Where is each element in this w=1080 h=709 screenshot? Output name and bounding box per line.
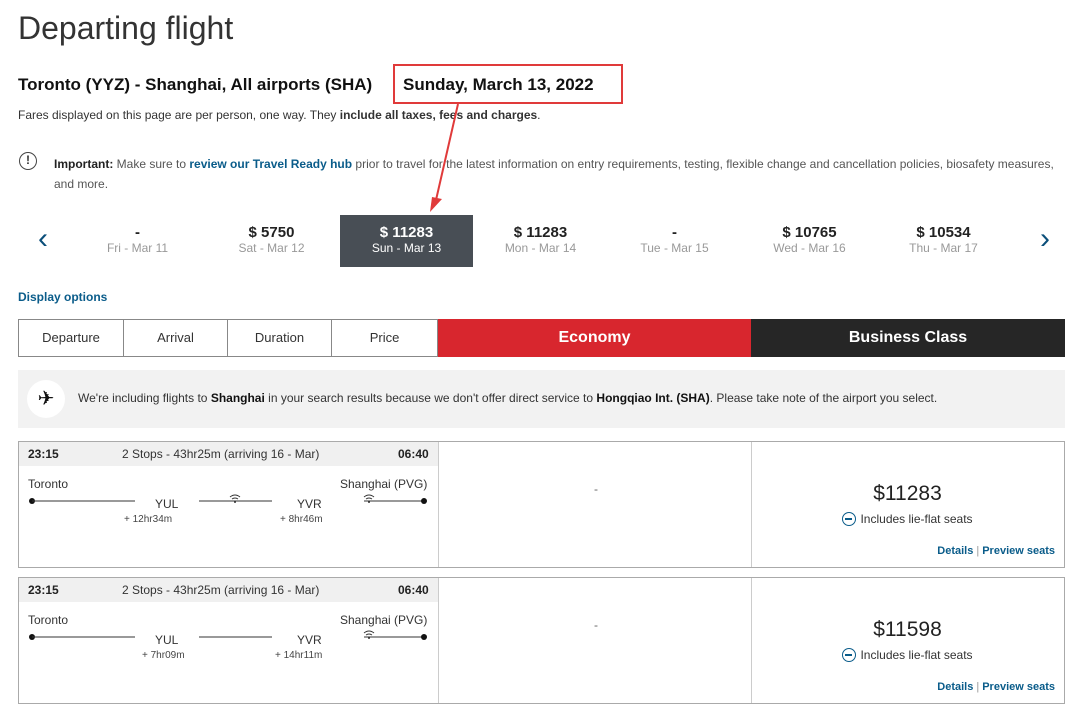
- route-line: [29, 494, 427, 504]
- airport-notice: ✈ We're including flights to Shanghai in…: [18, 370, 1065, 428]
- date-option[interactable]: $ 10765 Wed - Mar 16: [743, 215, 876, 267]
- travel-ready-link[interactable]: review our Travel Ready hub: [189, 157, 352, 171]
- page-title: Departing flight: [18, 10, 234, 46]
- preview-seats-link[interactable]: Preview seats: [982, 681, 1055, 693]
- lie-flat-seats-note: Includes lie-flat seats: [751, 512, 1064, 526]
- layover-duration: + 14hr11m: [275, 650, 323, 661]
- economy-unavailable: -: [594, 482, 598, 496]
- info-icon: !: [19, 152, 37, 170]
- business-price[interactable]: $11283: [751, 482, 1064, 506]
- preview-seats-link[interactable]: Preview seats: [982, 545, 1055, 557]
- economy-fare-cell[interactable]: [438, 442, 752, 567]
- date-option[interactable]: - Fri - Mar 11: [71, 215, 204, 267]
- sort-duration-button[interactable]: Duration: [227, 319, 332, 357]
- route-title: Toronto (YYZ) - Shanghai, All airports (…: [18, 75, 373, 94]
- important-notice: Important: Make sure to review our Trave…: [54, 157, 1054, 191]
- lie-flat-seats-note: Includes lie-flat seats: [751, 648, 1064, 662]
- plane-icon: ✈: [27, 380, 65, 418]
- selected-date: Sunday, March 13, 2022: [403, 75, 594, 94]
- sort-departure-button[interactable]: Departure: [18, 319, 124, 357]
- route-line: [29, 630, 427, 640]
- date-option[interactable]: $ 10534 Thu - Mar 17: [877, 215, 1010, 267]
- date-option-selected[interactable]: $ 11283 Sun - Mar 13: [340, 215, 473, 267]
- prev-dates-arrow[interactable]: ‹: [38, 222, 48, 256]
- stop-airport: YVR: [297, 633, 322, 647]
- flight-card[interactable]: 23:15 2 Stops - 43hr25m (arriving 16 - M…: [18, 577, 1065, 704]
- layover-duration: + 8hr46m: [280, 514, 323, 525]
- fares-note: Fares displayed on this page are per per…: [18, 108, 541, 122]
- stop-airport: YVR: [297, 497, 322, 511]
- economy-fare-cell[interactable]: [438, 578, 752, 703]
- stop-airport: YUL: [155, 497, 179, 511]
- business-price[interactable]: $11598: [751, 618, 1064, 642]
- economy-unavailable: -: [594, 618, 598, 632]
- lie-flat-seat-icon: [842, 648, 857, 662]
- date-option[interactable]: $ 11283 Mon - Mar 14: [474, 215, 607, 267]
- layover-duration: + 7hr09m: [142, 650, 185, 661]
- sort-arrival-button[interactable]: Arrival: [123, 319, 228, 357]
- date-option[interactable]: - Tue - Mar 15: [608, 215, 741, 267]
- flight-card[interactable]: 23:15 2 Stops - 43hr25m (arriving 16 - M…: [18, 441, 1065, 568]
- economy-cabin-header[interactable]: Economy: [438, 319, 751, 357]
- sort-price-button[interactable]: Price: [331, 319, 438, 357]
- date-option[interactable]: $ 5750 Sat - Mar 12: [205, 215, 338, 267]
- lie-flat-seat-icon: [842, 512, 857, 526]
- next-dates-arrow[interactable]: ›: [1040, 222, 1050, 256]
- business-cabin-header[interactable]: Business Class: [751, 319, 1065, 357]
- stop-airport: YUL: [155, 633, 179, 647]
- display-options-link[interactable]: Display options: [18, 290, 107, 304]
- layover-duration: + 12hr34m: [124, 514, 173, 525]
- details-link[interactable]: Details: [937, 681, 973, 693]
- details-link[interactable]: Details: [937, 545, 973, 557]
